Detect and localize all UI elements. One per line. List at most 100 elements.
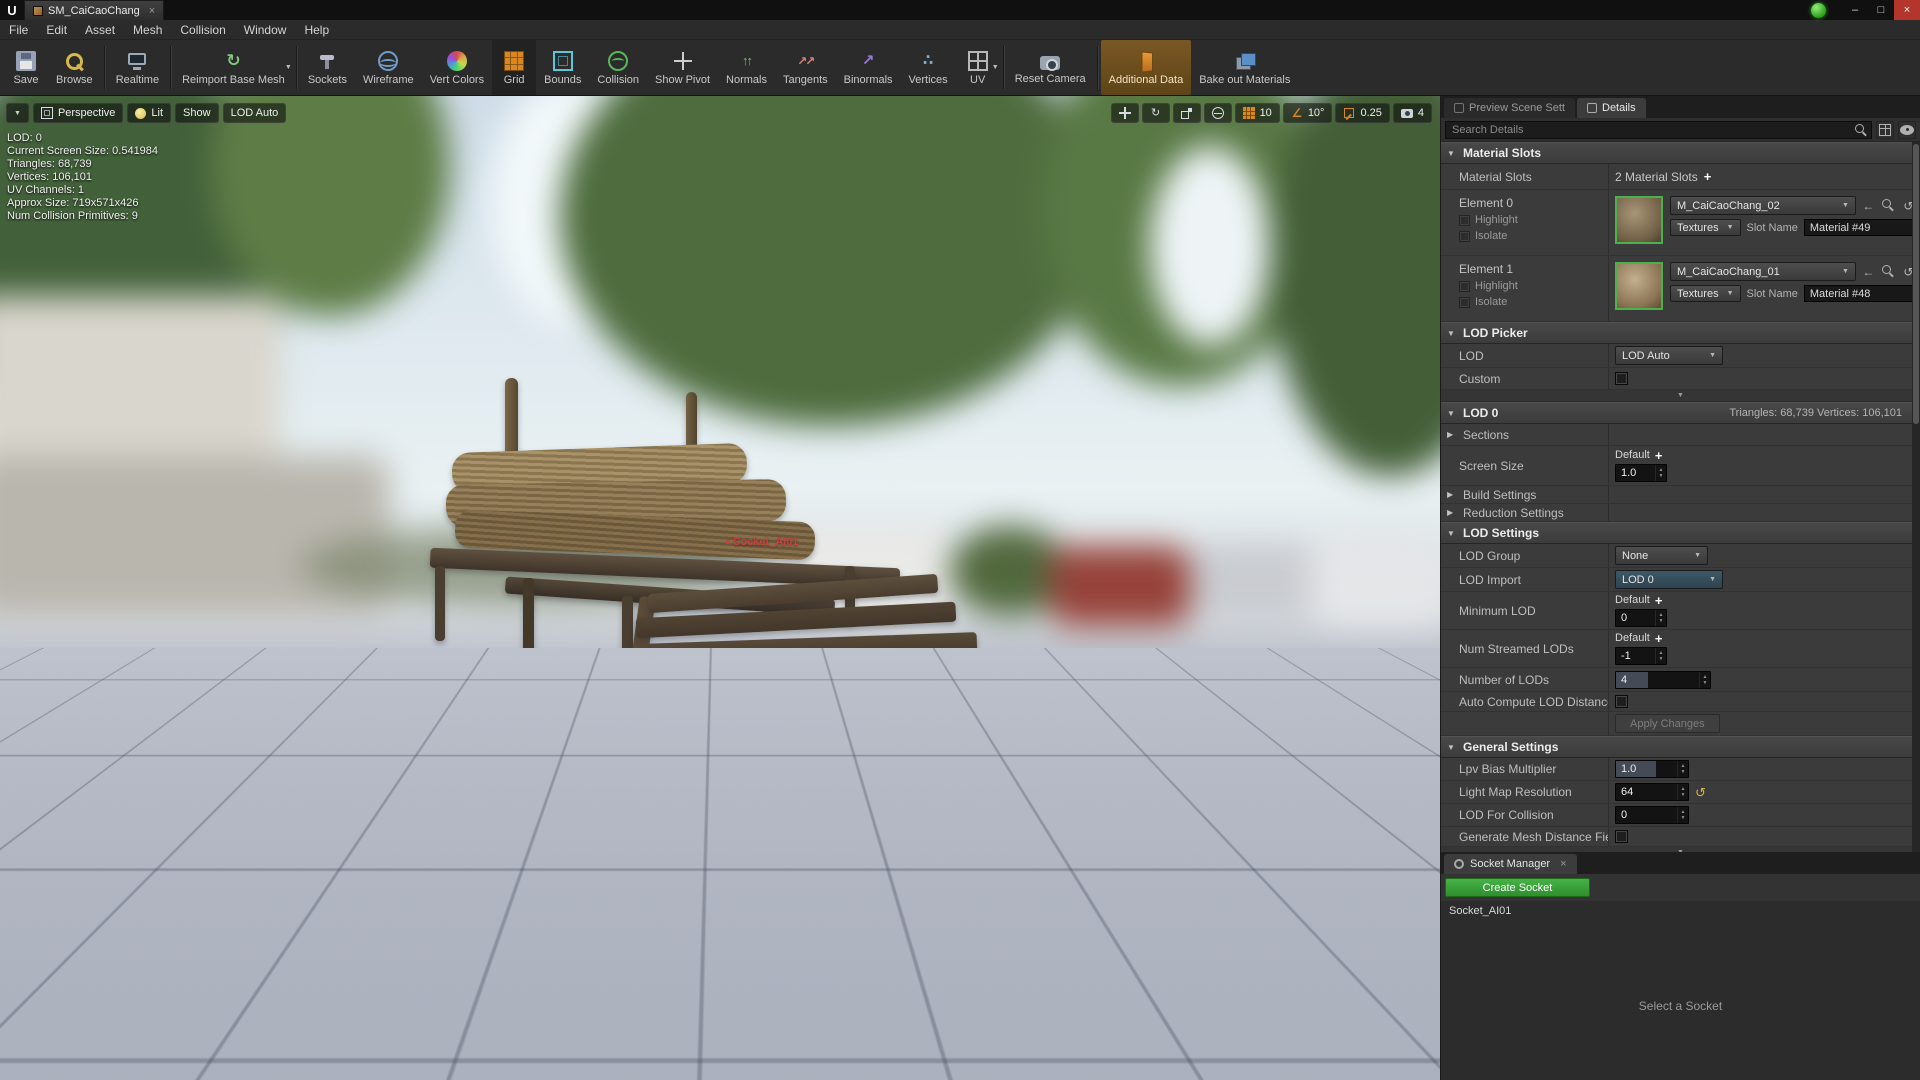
spin-arrows-icon[interactable]: [1699, 672, 1710, 688]
sockets-button[interactable]: Sockets: [300, 40, 355, 95]
realtime-button[interactable]: Realtime: [108, 40, 167, 95]
tab-close-icon[interactable]: ×: [149, 5, 155, 17]
vertices-button[interactable]: Vertices: [901, 40, 956, 95]
isolate-checkbox[interactable]: [1459, 297, 1470, 308]
grid-toggle-button[interactable]: Grid: [492, 40, 536, 95]
bake-out-materials-button[interactable]: Bake out Materials: [1191, 40, 1298, 95]
lod-auto-button[interactable]: LOD Auto: [223, 103, 287, 123]
viewport-3d[interactable]: Socket_AI01 ▼ Perspective Lit Show LOD A…: [0, 96, 1440, 1080]
rotate-tool-button[interactable]: [1142, 103, 1170, 123]
search-input[interactable]: [1445, 121, 1872, 139]
chevron-down-icon[interactable]: ▼: [285, 64, 292, 71]
translate-tool-button[interactable]: [1111, 103, 1139, 123]
close-icon[interactable]: ×: [1560, 858, 1566, 870]
browse-button[interactable]: Browse: [48, 40, 101, 95]
normals-button[interactable]: Normals: [718, 40, 775, 95]
maximize-button[interactable]: □: [1868, 0, 1894, 20]
chevron-right-icon[interactable]: ▶: [1447, 430, 1457, 439]
chevron-down-icon[interactable]: ▼: [992, 64, 999, 71]
menu-collision[interactable]: Collision: [171, 20, 234, 39]
menu-mesh[interactable]: Mesh: [124, 20, 171, 39]
wireframe-button[interactable]: Wireframe: [355, 40, 422, 95]
lod-import-dropdown[interactable]: LOD 0: [1615, 570, 1723, 589]
show-menu-button[interactable]: Show: [175, 103, 219, 123]
socket-gizmo-label[interactable]: Socket_AI01: [726, 536, 798, 548]
bounds-button[interactable]: Bounds: [536, 40, 589, 95]
highlight-checkbox[interactable]: [1459, 281, 1470, 292]
apply-changes-button[interactable]: Apply Changes: [1615, 714, 1720, 733]
slot-name-input[interactable]: [1804, 285, 1916, 302]
menu-edit[interactable]: Edit: [37, 20, 76, 39]
screen-size-spinbox[interactable]: 1.0: [1615, 464, 1667, 482]
tab-details[interactable]: Details: [1577, 98, 1646, 118]
reimport-base-mesh-button[interactable]: Reimport Base Mesh▼: [174, 40, 293, 95]
textures-dropdown[interactable]: Textures: [1670, 285, 1741, 302]
reset-camera-button[interactable]: Reset Camera: [1007, 40, 1094, 95]
minimum-lod-spinbox[interactable]: 0: [1615, 609, 1667, 627]
material-dropdown[interactable]: M_CaiCaoChang_01: [1670, 262, 1856, 281]
create-socket-button[interactable]: Create Socket: [1445, 878, 1590, 897]
menu-window[interactable]: Window: [235, 20, 296, 39]
tab-socket-manager[interactable]: Socket Manager×: [1444, 854, 1577, 874]
vert-colors-button[interactable]: Vert Colors: [422, 40, 492, 95]
minimize-button[interactable]: –: [1842, 0, 1868, 20]
column-view-button[interactable]: [1876, 121, 1894, 139]
add-override-button[interactable]: +: [1655, 450, 1663, 461]
spin-arrows-icon[interactable]: [1677, 761, 1688, 777]
rotation-snap-toggle[interactable]: 10°: [1283, 103, 1333, 123]
lod-for-collision-spinbox[interactable]: 0: [1615, 806, 1689, 824]
category-lod0[interactable]: ▼LOD 0Triangles: 68,739 Vertices: 106,10…: [1441, 402, 1920, 424]
close-button[interactable]: ×: [1894, 0, 1920, 20]
expand-advanced-arrow[interactable]: ▼: [1441, 390, 1920, 402]
visibility-filter-button[interactable]: [1898, 121, 1916, 139]
details-scrollbar[interactable]: [1912, 142, 1920, 852]
use-selected-asset-icon[interactable]: ←: [1861, 264, 1876, 279]
scale-tool-button[interactable]: [1173, 103, 1201, 123]
custom-checkbox[interactable]: [1615, 372, 1628, 385]
tangents-button[interactable]: Tangents: [775, 40, 836, 95]
spin-arrows-icon[interactable]: [1655, 610, 1666, 626]
expand-advanced-arrow[interactable]: ▼: [1441, 847, 1920, 852]
collision-button[interactable]: Collision: [589, 40, 647, 95]
distance-field-checkbox[interactable]: [1615, 830, 1628, 843]
add-material-slot-button[interactable]: +: [1704, 171, 1712, 182]
auto-compute-checkbox[interactable]: [1615, 695, 1628, 708]
reset-to-default-icon[interactable]: ↺: [1695, 786, 1706, 799]
category-general-settings[interactable]: ▼General Settings: [1441, 736, 1920, 758]
tab-preview-scene-settings[interactable]: Preview Scene Sett: [1444, 98, 1575, 118]
use-selected-asset-icon[interactable]: ←: [1861, 198, 1876, 213]
num-streamed-lods-spinbox[interactable]: -1: [1615, 647, 1667, 665]
lod-dropdown[interactable]: LOD Auto: [1615, 346, 1723, 365]
camera-speed-button[interactable]: 4: [1393, 103, 1432, 123]
show-pivot-button[interactable]: Show Pivot: [647, 40, 718, 95]
spin-arr ows-icon[interactable]: [1655, 648, 1666, 664]
document-tab[interactable]: SM_CaiCaoChang ×: [24, 0, 164, 20]
browse-to-asset-icon[interactable]: [1881, 198, 1896, 213]
scrollbar-thumb[interactable]: [1913, 144, 1919, 424]
spin-arrows-icon[interactable]: [1677, 784, 1688, 800]
menu-file[interactable]: File: [0, 20, 37, 39]
material-thumbnail[interactable]: [1615, 196, 1663, 244]
highlight-checkbox[interactable]: [1459, 215, 1470, 226]
scale-snap-toggle[interactable]: 0.25: [1335, 103, 1389, 123]
spin-arrows-icon[interactable]: [1655, 465, 1666, 481]
category-lod-picker[interactable]: ▼LOD Picker: [1441, 322, 1920, 344]
category-lod-settings[interactable]: ▼LOD Settings: [1441, 522, 1920, 544]
static-mesh-preview[interactable]: Socket_AI01: [0, 96, 1440, 1080]
spin-arrows-icon[interactable]: [1677, 807, 1688, 823]
binormals-button[interactable]: Binormals: [836, 40, 901, 95]
textures-dropdown[interactable]: Textures: [1670, 219, 1741, 236]
browse-to-asset-icon[interactable]: [1881, 264, 1896, 279]
uv-button[interactable]: UV▼: [956, 40, 1000, 95]
lightmap-resolution-spinbox[interactable]: 64: [1615, 783, 1689, 801]
add-override-button[interactable]: +: [1655, 595, 1663, 606]
chevron-right-icon[interactable]: ▶: [1447, 490, 1457, 499]
category-material-slots[interactable]: ▼Material Slots: [1441, 142, 1920, 164]
material-dropdown[interactable]: M_CaiCaoChang_02: [1670, 196, 1856, 215]
save-button[interactable]: Save: [4, 40, 48, 95]
lpv-bias-spinbox[interactable]: 1.0: [1615, 760, 1689, 778]
grid-snap-toggle[interactable]: 10: [1235, 103, 1280, 123]
number-of-lods-spinbox[interactable]: 4: [1615, 671, 1711, 689]
chevron-right-icon[interactable]: ▶: [1447, 508, 1457, 517]
add-override-button[interactable]: +: [1655, 633, 1663, 644]
